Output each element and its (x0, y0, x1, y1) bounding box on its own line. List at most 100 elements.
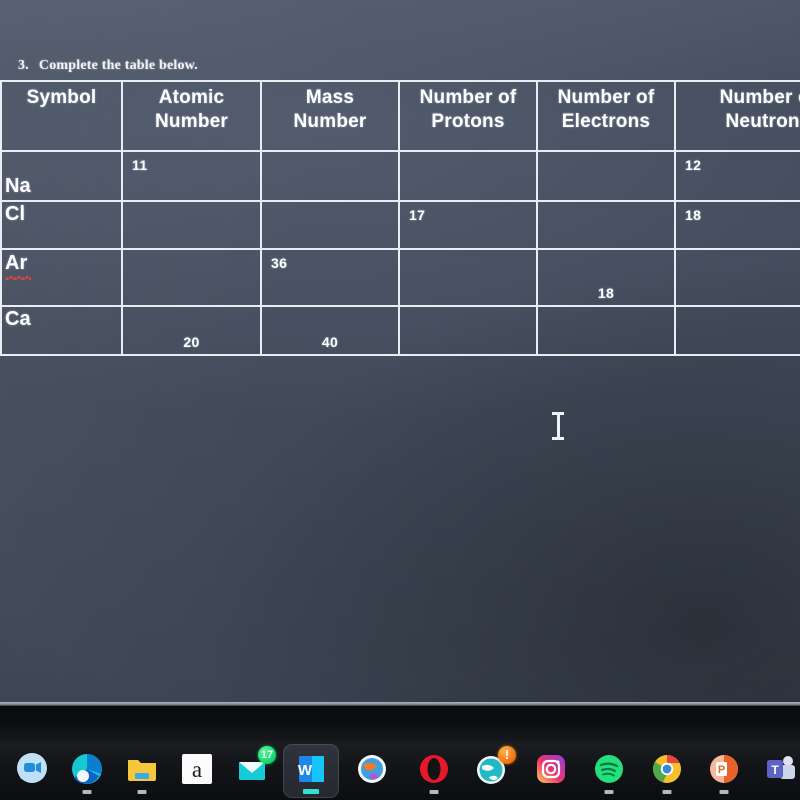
cell-electrons-na[interactable] (536, 150, 676, 202)
worksheet-table: Symbol Atomic Number Mass Number Number … (0, 80, 800, 356)
cell-value: 18 (685, 207, 702, 223)
column-header-neutrons-line2: Neutrons (725, 111, 800, 133)
video-chat-icon (15, 752, 49, 786)
taskbar-item-chrome[interactable] (643, 747, 691, 795)
column-header-atomic-line1: Atomic (158, 87, 225, 108)
cell-neutrons-ca[interactable] (674, 305, 800, 356)
cell-protons-na[interactable] (398, 150, 538, 202)
cell-electrons-cl[interactable] (536, 200, 676, 250)
screen-photo: 3. Complete the table below. Symbol Atom… (0, 0, 800, 800)
cell-atomic-na[interactable]: 11 (121, 150, 262, 202)
cell-symbol-ar[interactable]: Ar (0, 248, 123, 307)
instagram-icon (534, 752, 568, 786)
cell-symbol-na[interactable]: Na (0, 150, 123, 202)
table-row: Ca 20 40 (0, 305, 800, 356)
taskbar-item-maps[interactable]: ! (468, 746, 516, 795)
cell-mass-ca[interactable]: 40 (260, 305, 400, 356)
table-row: Cl 17 18 (0, 200, 800, 250)
cell-protons-ar[interactable] (398, 248, 538, 307)
cell-value: 12 (685, 157, 702, 173)
cell-neutrons-ar[interactable] (674, 248, 800, 307)
text-cursor-icon (552, 411, 564, 441)
question-text: Complete the table below. (38, 58, 198, 73)
running-indicator (662, 790, 672, 794)
taskbar-item-edge[interactable] (63, 747, 111, 795)
cell-atomic-ar[interactable] (121, 248, 262, 307)
cell-neutrons-cl[interactable]: 18 (674, 200, 800, 250)
cell-atomic-ca[interactable]: 20 (121, 305, 262, 356)
cell-value: 11 (132, 157, 148, 173)
cell-mass-na[interactable] (260, 150, 400, 202)
folder-icon (125, 752, 159, 786)
column-header-mass-number: Mass Number (260, 80, 400, 152)
column-header-electrons: Number of Electrons (536, 80, 676, 152)
taskbar-item-teams[interactable]: T (757, 747, 800, 795)
cell-atomic-cl[interactable] (121, 200, 262, 250)
taskbar-item-amazon[interactable]: a (173, 747, 221, 795)
teams-icon: T (764, 752, 798, 786)
taskbar-item-file-explorer[interactable] (118, 747, 166, 795)
svg-text:W: W (298, 762, 313, 779)
worksheet-table-container: Symbol Atomic Number Mass Number Number … (0, 80, 800, 356)
cell-mass-ar[interactable]: 36 (260, 248, 400, 307)
taskbar-item-browser[interactable] (348, 747, 396, 795)
cell-value: 40 (321, 334, 339, 350)
opera-icon (417, 752, 451, 786)
cell-neutrons-na[interactable]: 12 (674, 150, 800, 202)
taskbar-item-mail[interactable]: 17 (228, 746, 276, 795)
amazon-icon: a (180, 752, 214, 786)
table-row: Ar 36 18 (0, 248, 800, 307)
cell-protons-cl[interactable]: 17 (398, 200, 538, 250)
ibeam-stem (557, 414, 560, 438)
running-indicator (604, 790, 614, 794)
question-number: 3. (18, 58, 29, 73)
svg-text:a: a (192, 757, 202, 782)
cell-value: 17 (409, 207, 426, 223)
spotify-icon (592, 752, 626, 786)
running-indicator (429, 790, 439, 794)
taskbar-item-spotify[interactable] (585, 747, 633, 795)
column-header-atomic-line2: Number (155, 111, 228, 133)
running-indicator (82, 790, 92, 794)
column-header-protons-line2: Protons (431, 111, 505, 133)
cell-electrons-ar[interactable]: 18 (536, 248, 676, 307)
column-header-electrons-line2: Electrons (561, 111, 651, 133)
cell-value: 18 (597, 285, 615, 301)
cell-mass-cl[interactable] (260, 200, 400, 250)
symbol-text: Ca (5, 308, 31, 330)
word-icon: W (294, 752, 328, 786)
taskbar-item-powerpoint[interactable]: P (700, 747, 748, 795)
edge-icon (70, 752, 104, 786)
column-header-protons-line1: Number of (419, 87, 517, 108)
table-row: Na 11 12 (0, 150, 800, 202)
svg-text:T: T (771, 763, 779, 777)
spellcheck-underline (5, 276, 31, 280)
cell-electrons-ca[interactable] (536, 305, 676, 356)
column-header-symbol-line1: Symbol (26, 87, 97, 108)
column-header-neutrons: Number of Neutrons (674, 80, 800, 152)
column-header-electrons-line1: Number of (557, 87, 655, 108)
taskbar-item-word[interactable]: W (283, 744, 339, 798)
globe-icon (355, 752, 389, 786)
symbol-text: Cl (5, 203, 25, 225)
taskbar-item-instagram[interactable] (527, 747, 575, 795)
taskbar: a 17 W ! P T (0, 742, 800, 800)
column-header-protons: Number of Protons (398, 80, 538, 152)
question-heading: 3. Complete the table below. (18, 58, 198, 74)
taskbar-item-video-chat[interactable] (8, 747, 56, 795)
cell-symbol-ca[interactable]: Ca (0, 305, 123, 356)
ibeam-bottom-cap (552, 437, 564, 440)
column-header-mass-line1: Mass (305, 87, 355, 108)
symbol-text: Na (5, 175, 31, 197)
cell-protons-ca[interactable] (398, 305, 538, 356)
column-header-symbol: Symbol (0, 80, 123, 152)
document-page: 3. Complete the table below. Symbol Atom… (0, 0, 800, 706)
black-band (0, 706, 800, 742)
alert-badge: ! (498, 746, 516, 764)
running-indicator (719, 790, 729, 794)
taskbar-item-opera[interactable] (410, 747, 458, 795)
chrome-icon (650, 752, 684, 786)
ibeam-top-cap (552, 412, 564, 415)
taskbar-items: a 17 W ! P T (0, 742, 800, 800)
cell-symbol-cl[interactable]: Cl (0, 200, 123, 250)
